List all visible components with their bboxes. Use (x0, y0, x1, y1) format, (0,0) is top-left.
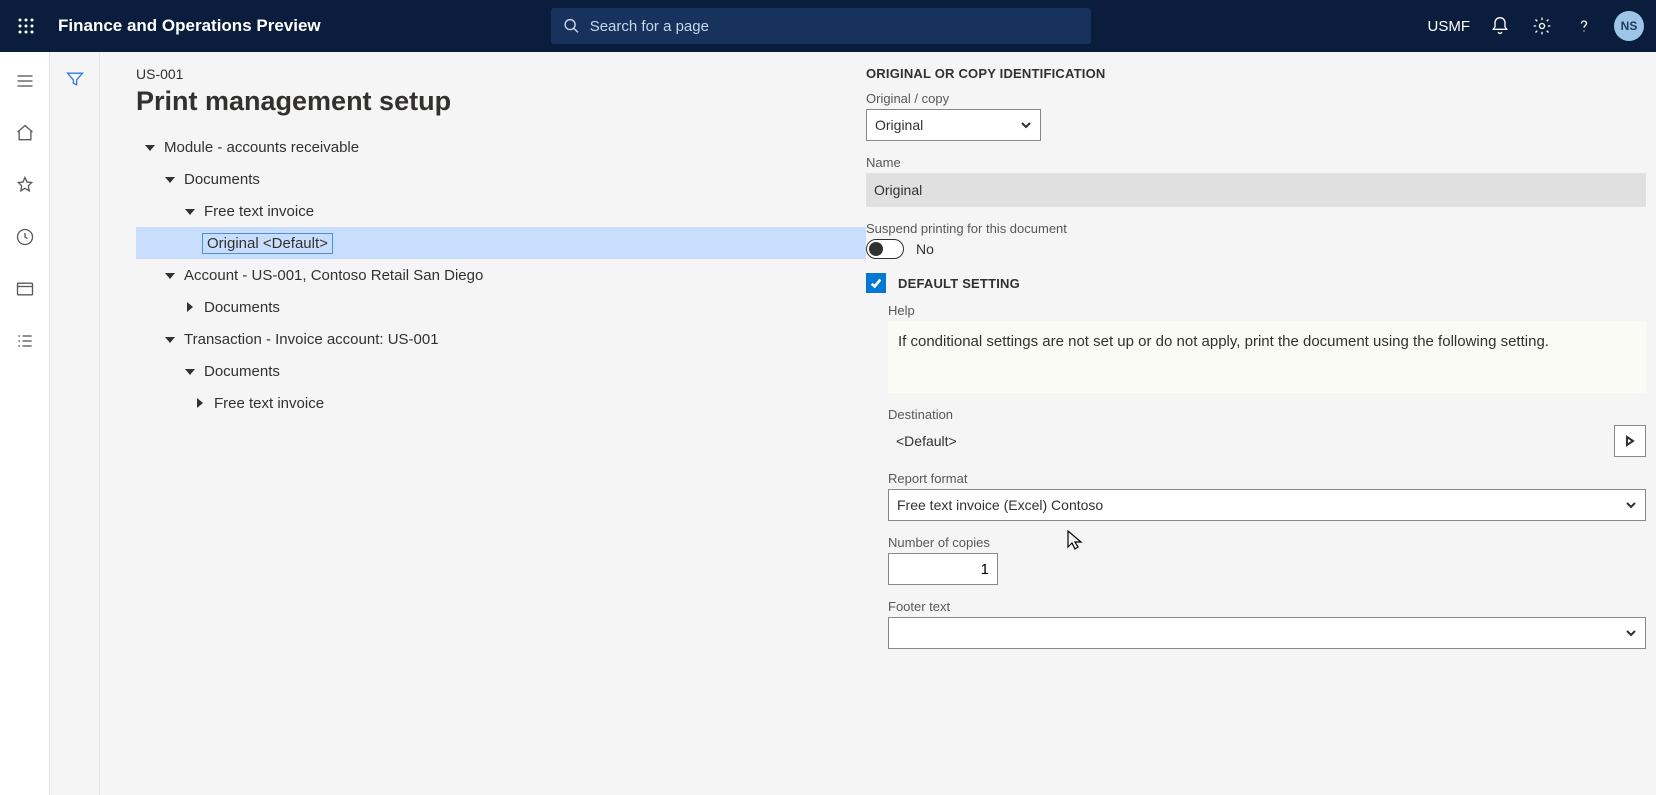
suspend-toggle[interactable] (866, 239, 904, 259)
nav-workspaces-button[interactable] (9, 276, 41, 302)
label-original-copy: Original / copy (866, 91, 1646, 106)
label-default-setting: DEFAULT SETTING (898, 276, 1020, 291)
nav-recent-button[interactable] (9, 224, 41, 250)
label-suspend: Suspend printing for this document (866, 221, 1646, 236)
tree-node-transaction-documents[interactable]: Documents (136, 355, 866, 387)
company-code[interactable]: USMF (1428, 18, 1471, 35)
tree-node-documents[interactable]: Documents (136, 163, 866, 195)
filter-button[interactable] (59, 66, 91, 92)
app-launcher-button[interactable] (12, 12, 40, 40)
label-report-format: Report format (888, 471, 1646, 486)
user-avatar[interactable]: NS (1614, 11, 1644, 41)
tree-node-account[interactable]: Account - US-001, Contoso Retail San Die… (136, 259, 866, 291)
tree-node-module[interactable]: Module - accounts receivable (136, 131, 866, 163)
help-button[interactable] (1572, 14, 1596, 38)
tree: Module - accounts receivable Documents F… (136, 131, 866, 419)
notifications-button[interactable] (1488, 14, 1512, 38)
caret-down-icon (142, 139, 158, 155)
chevron-down-icon (1020, 119, 1032, 131)
label-help: Help (888, 303, 1646, 318)
chevron-down-icon (1625, 499, 1637, 511)
tree-node-transaction[interactable]: Transaction - Invoice account: US-001 (136, 323, 866, 355)
label-destination: Destination (888, 407, 1646, 422)
nav-home-button[interactable] (9, 120, 41, 146)
help-text: If conditional settings are not set up o… (888, 321, 1646, 393)
caret-down-icon (182, 203, 198, 219)
label-footer: Footer text (888, 599, 1646, 614)
caret-down-icon (162, 267, 178, 283)
nav-modules-button[interactable] (9, 328, 41, 354)
breadcrumb: US-001 (136, 66, 866, 82)
left-nav-rail (0, 52, 50, 795)
original-copy-select[interactable]: Original (866, 109, 1041, 141)
global-search[interactable] (551, 8, 1091, 44)
filter-rail (50, 52, 100, 795)
page-title: Print management setup (136, 86, 866, 117)
destination-value: <Default> (888, 425, 1606, 457)
caret-down-icon (162, 331, 178, 347)
search-input[interactable] (590, 18, 1079, 35)
report-format-select[interactable]: Free text invoice (Excel) Contoso (888, 489, 1646, 521)
section-original-copy-id: ORIGINAL OR COPY IDENTIFICATION (866, 66, 1646, 81)
tree-node-account-documents[interactable]: Documents (136, 291, 866, 323)
search-icon (563, 17, 580, 35)
caret-down-icon (182, 363, 198, 379)
caret-right-icon (182, 299, 198, 315)
nav-favorites-button[interactable] (9, 172, 41, 198)
settings-button[interactable] (1530, 14, 1554, 38)
caret-right-icon (192, 395, 208, 411)
caret-down-icon (162, 171, 178, 187)
label-copies: Number of copies (888, 535, 1646, 550)
suspend-value: No (916, 241, 934, 257)
nav-expand-button[interactable] (9, 68, 41, 94)
label-name: Name (866, 155, 1646, 170)
tree-node-free-text-invoice[interactable]: Free text invoice (136, 195, 866, 227)
top-bar: Finance and Operations Preview USMF NS (0, 0, 1656, 52)
footer-text-select[interactable] (888, 617, 1646, 649)
tree-node-transaction-freetext[interactable]: Free text invoice (136, 387, 866, 419)
copies-input[interactable] (888, 553, 998, 585)
default-setting-checkbox[interactable] (866, 273, 886, 293)
chevron-down-icon (1625, 627, 1637, 639)
app-title: Finance and Operations Preview (58, 16, 321, 36)
tree-node-original-default[interactable]: Original <Default> (136, 227, 866, 259)
name-value: Original (866, 173, 1646, 207)
destination-lookup-button[interactable] (1614, 425, 1646, 457)
